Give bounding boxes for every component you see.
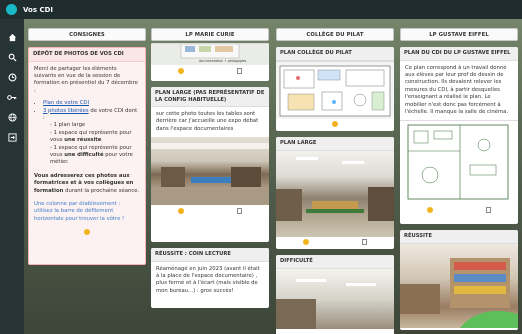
reaction-dot[interactable] [84, 229, 90, 236]
para2: Vous adresserez ces photos aux formatric… [34, 173, 140, 195]
library-photo[interactable] [151, 137, 269, 206]
card-footer [400, 204, 518, 215]
document-icon[interactable] [237, 207, 243, 214]
card-title: PLAN LARGE (PAS REPRÉSENTATIF DE LA CONF… [151, 87, 269, 107]
sub3-bold: une difficulté [64, 151, 104, 158]
plan-caption: documentation + pédagogies [199, 59, 247, 63]
reaction-dot[interactable] [426, 206, 433, 213]
sub2-bold: une réussite [64, 137, 102, 144]
card-title: RÉUSSITE [400, 230, 518, 244]
card-footer [151, 205, 269, 216]
search-icon[interactable] [4, 49, 20, 65]
plan-large-card[interactable]: PLAN LARGE (PAS REPRÉSENTATIF DE LA CONF… [151, 87, 269, 242]
consignes-card[interactable]: DÉPÔT DE PHOTOS DE VOS CDI Merci de part… [28, 47, 146, 265]
intro-text: Merci de partager les éléments suivants … [34, 65, 138, 94]
home-icon[interactable] [4, 29, 20, 45]
column-header[interactable]: CONSIGNES [28, 28, 146, 41]
column-eiffel: LP GUSTAVE EIFFEL PLAN DU CDI DU LP GUST… [400, 28, 518, 334]
column-consignes: CONSIGNES DÉPÔT DE PHOTOS DE VOS CDI Mer… [28, 28, 146, 271]
instruction-list: Plan de votre CDI 3 photos libérées de v… [43, 100, 140, 122]
card-title: DIFFICULTÉ [276, 255, 394, 269]
top-bar: Vos CDI [0, 0, 522, 19]
difficulte-card[interactable]: DIFFICULTÉ [276, 255, 394, 334]
document-icon[interactable] [237, 67, 243, 74]
document-icon[interactable] [486, 206, 492, 213]
reaction-dot[interactable] [177, 67, 184, 74]
reussite-eiffel-card[interactable]: RÉUSSITE [400, 230, 518, 330]
plan-drawing[interactable] [400, 120, 518, 205]
document-icon[interactable] [362, 238, 368, 245]
column-header[interactable]: LP MARIE CURIE [151, 28, 269, 41]
photos-link[interactable]: 3 photos libérées [43, 108, 89, 114]
app-logo [6, 4, 17, 15]
sub-item-1: - 1 plan large [50, 122, 86, 129]
reaction-dot[interactable] [177, 207, 184, 214]
plan-card[interactable]: documentation + pédagogies [151, 43, 269, 81]
plan-link[interactable]: Plan de votre CDI [43, 100, 89, 106]
column-header[interactable]: LP GUSTAVE EIFFEL [400, 28, 518, 41]
para3: Une colonne par établissement : utilisez… [34, 201, 125, 222]
card-footer [276, 237, 394, 247]
library-photo[interactable] [276, 150, 394, 237]
difficulte-photo[interactable] [276, 268, 394, 329]
plan-thumbnail[interactable] [276, 60, 394, 119]
card-title: DÉPÔT DE PHOTOS DE VOS CDI [29, 48, 145, 62]
exit-icon[interactable] [4, 129, 20, 145]
column-pilat: COLLÈGE DU PILAT PLAN COLLÈGE DU PILAT P… [276, 28, 394, 334]
card-title: PLAN LARGE [276, 137, 394, 151]
column-header[interactable]: COLLÈGE DU PILAT [276, 28, 394, 41]
plan-large-pilat-card[interactable]: PLAN LARGE [276, 137, 394, 249]
reaction-dot[interactable] [332, 120, 338, 127]
globe-icon[interactable] [4, 109, 20, 125]
card-body: Réaménagé en juin 2023 (avant il était à… [156, 265, 260, 294]
card-body: Merci de partager les éléments suivants … [29, 61, 145, 243]
para2-rest: durant la prochaine séance. [63, 187, 140, 194]
clock-icon[interactable] [4, 69, 20, 85]
plan-eiffel-card[interactable]: PLAN DU CDI DU LP GUSTAVE EIFFEL Ce plan… [400, 47, 518, 224]
column-marie-curie: LP MARIE CURIE documentation + pédagogie… [151, 28, 269, 314]
plan-pilat-card[interactable]: PLAN COLLÈGE DU PILAT [276, 47, 394, 131]
key-icon[interactable] [4, 89, 20, 105]
reaction-dot[interactable] [302, 238, 309, 245]
card-body: Ce plan correspond à un travail donné au… [405, 64, 509, 115]
plan-thumbnail[interactable]: documentation + pédagogies [151, 43, 269, 65]
left-rail [0, 19, 24, 334]
reussite-photo[interactable] [400, 243, 518, 328]
card-title: PLAN DU CDI DU LP GUSTAVE EIFFEL [400, 47, 518, 61]
sub-item-3: - 1 espace qui représente pour vous une … [34, 145, 140, 167]
card-title: RÉUSSITE : COIN LECTURE [151, 248, 269, 262]
sub-item-2: - 1 espace qui représente pour vous une … [34, 130, 140, 145]
card-body: sur cette photo toutes les tables sont d… [156, 111, 259, 132]
card-footer [276, 119, 394, 129]
app-title: Vos CDI [23, 5, 53, 14]
reussite-card[interactable]: RÉUSSITE : COIN LECTURE Réaménagé en jui… [151, 248, 269, 308]
card-footer [151, 65, 269, 76]
card-title: PLAN COLLÈGE DU PILAT [276, 47, 394, 61]
